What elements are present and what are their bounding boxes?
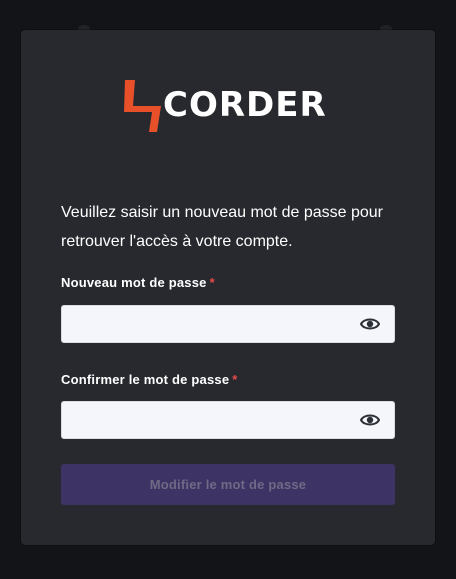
corder-logo-mark-icon: [124, 80, 161, 132]
new-password-input[interactable]: [62, 306, 372, 342]
instructions-text: Veuillez saisir un nouveau mot de passe …: [61, 204, 383, 250]
eye-icon[interactable]: [359, 316, 381, 332]
eye-icon[interactable]: [359, 412, 381, 428]
confirm-password-label-text: Confirmer le mot de passe: [61, 372, 230, 387]
new-password-label-text: Nouveau mot de passe: [61, 275, 207, 290]
corder-logo: CORDER: [121, 75, 331, 135]
corder-logo-text: CORDER: [163, 85, 327, 125]
required-asterisk: *: [232, 372, 238, 387]
confirm-password-field: [61, 401, 395, 439]
new-password-label: Nouveau mot de passe *: [61, 275, 215, 290]
new-password-field: [61, 305, 395, 343]
required-asterisk: *: [209, 275, 215, 290]
page: CORDER Veuillez saisir un nouveau mot de…: [0, 0, 456, 579]
confirm-password-input[interactable]: [62, 402, 372, 438]
submit-button[interactable]: Modifier le mot de passe: [61, 464, 395, 505]
password-reset-card: CORDER Veuillez saisir un nouveau mot de…: [21, 30, 435, 545]
confirm-password-label: Confirmer le mot de passe *: [61, 372, 238, 387]
